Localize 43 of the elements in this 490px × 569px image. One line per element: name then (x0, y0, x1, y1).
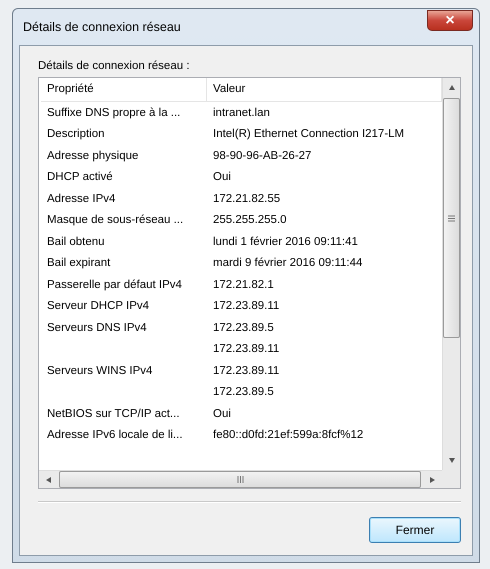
value-cell-text: 172.21.82.55 (212, 192, 282, 205)
property-cell-text: Serveur DHCP IPv4 (46, 300, 150, 312)
value-cell-text: mardi 9 février 2016 09:11:44 (212, 257, 364, 270)
property-cell-text: Masque de sous-réseau ... (46, 214, 184, 226)
grip-icon (448, 214, 455, 222)
value-cell-text: fe80::d0fd:21ef:599a:8fcf%12 (212, 429, 364, 442)
column-header[interactable]: Propriété (41, 78, 207, 101)
window-title: Détails de connexion réseau (22, 20, 181, 34)
property-cell-text: NetBIOS sur TCP/IP act... (46, 408, 181, 420)
list-label: Détails de connexion réseau : (38, 60, 191, 72)
property-cell-text: Serveurs DNS IPv4 (46, 322, 148, 334)
vertical-scroll-thumb[interactable] (443, 98, 460, 338)
property-cell-text: Passerelle par défaut IPv4 (46, 278, 183, 291)
property-cell-text: Adresse physique (46, 150, 140, 162)
property-cell-text: Bail obtenu (46, 236, 106, 248)
value-cell-text: Oui (212, 408, 232, 420)
value-cell-text: Intel(R) Ethernet Connection I217-LM (212, 128, 406, 140)
close-dialog-button[interactable]: Fermer (369, 517, 461, 543)
scroll-down-icon[interactable] (448, 456, 456, 464)
scroll-right-icon[interactable] (428, 476, 436, 484)
property-cell-text: Adresse IPv6 locale de li... (46, 429, 184, 442)
property-cell-text: DHCP activé (46, 171, 114, 184)
value-cell-text: 172.23.89.5 (212, 322, 275, 334)
property-cell-text: Adresse IPv4 (46, 192, 116, 205)
property-cell-text: Description (46, 128, 106, 140)
property-cell-text: Suffixe DNS propre à la ... (46, 106, 182, 119)
value-cell-text: 98-90-96-AB-26-27 (212, 150, 312, 162)
value-cell-text: 172.21.82.1 (212, 278, 275, 291)
horizontal-scroll-thumb[interactable] (59, 471, 421, 488)
grip-icon (236, 476, 244, 483)
scroll-up-icon[interactable] (448, 84, 456, 92)
value-cell-text: 172.23.89.11 (212, 343, 280, 356)
value-cell-text: Oui (212, 171, 232, 184)
value-cell-text: intranet.lan (212, 106, 271, 119)
property-cell-text: Serveurs WINS IPv4 (46, 364, 154, 377)
value-cell-text: 255.255.255.0 (212, 214, 288, 226)
value-cell-text: 172.23.89.5 (212, 386, 275, 398)
value-cell-text: lundi 1 février 2016 09:11:41 (212, 236, 359, 248)
close-button[interactable]: × (427, 10, 473, 30)
property-cell-text: Bail expirant (46, 257, 112, 270)
value-cell-text: 172.23.89.11 (212, 364, 280, 377)
value-cell-text: 172.23.89.11 (212, 300, 280, 312)
scroll-left-icon[interactable] (45, 476, 53, 484)
